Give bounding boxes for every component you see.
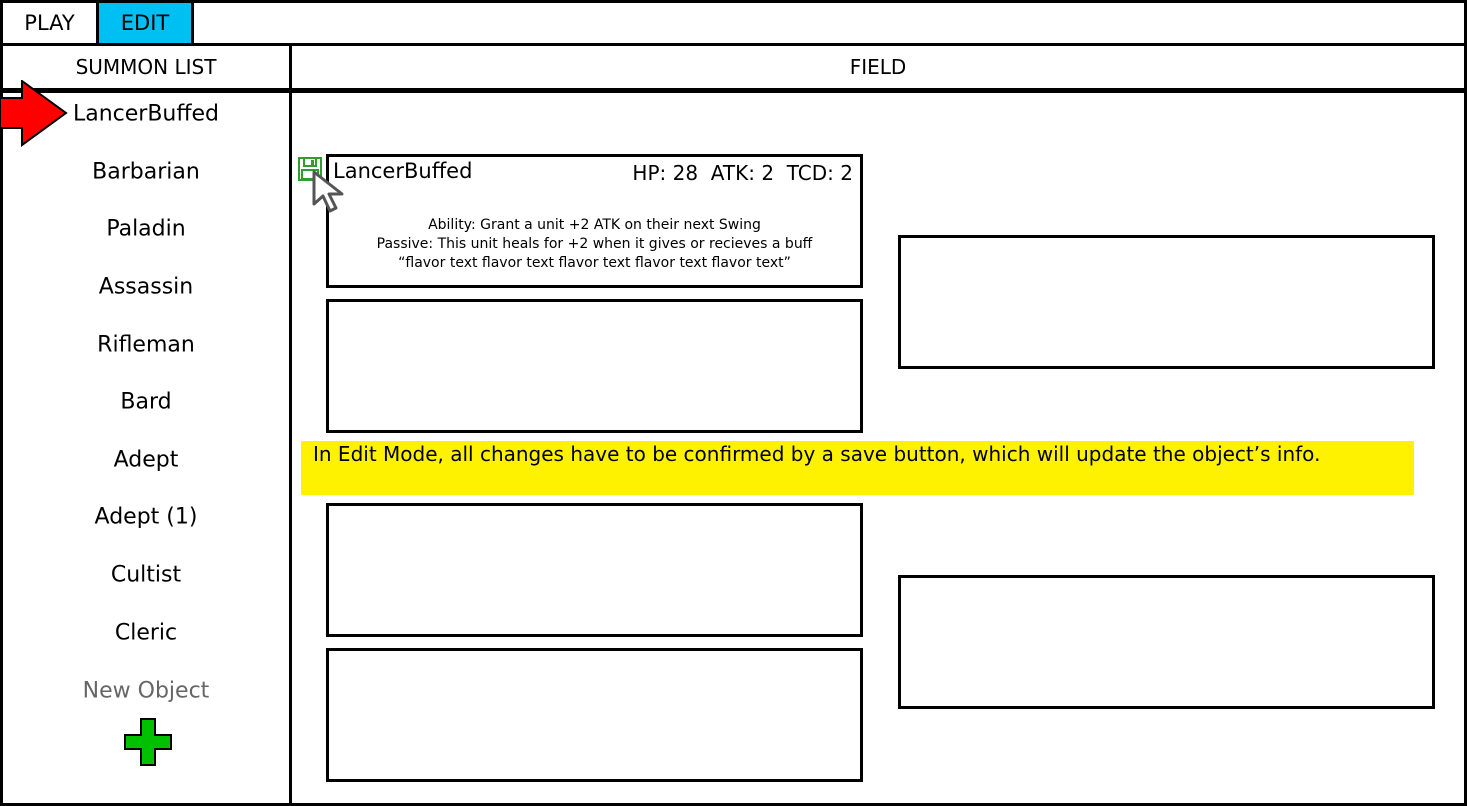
summon-item-adept[interactable]: Adept [3,448,289,473]
unit-flavor-text: “flavor text flavor text flavor text fla… [398,255,791,271]
plus-icon[interactable] [124,718,174,766]
summon-list-panel: SUMMON LIST LancerBuffed Barbarian Palad… [0,43,292,806]
summon-item-rifleman[interactable]: Rifleman [3,333,289,358]
cursor-icon [312,170,344,213]
summon-item-bard[interactable]: Bard [3,390,289,415]
unit-passive: Passive: This unit heals for +2 when it … [376,236,813,252]
field-slot[interactable] [898,575,1435,709]
unit-ability: Ability: Grant a unit +2 ATK on their ne… [428,217,761,233]
field-slot[interactable] [326,503,863,637]
field-slot[interactable] [898,235,1435,369]
unit-description: Ability: Grant a unit +2 ATK on their ne… [329,216,860,273]
summon-item-adept-1[interactable]: Adept (1) [3,505,289,530]
top-tab-bar: PLAY EDIT [0,0,1467,46]
unit-card-lancerbuffed[interactable]: LancerBuffed HP: 28 ATK: 2 TCD: 2 Abilit… [326,154,863,288]
unit-name[interactable]: LancerBuffed [333,159,472,183]
unit-stats[interactable]: HP: 28 ATK: 2 TCD: 2 [632,161,853,185]
edit-mode-note: In Edit Mode, all changes have to be con… [301,441,1414,495]
tab-play[interactable]: PLAY [3,3,99,43]
summon-item-barbarian[interactable]: Barbarian [3,160,289,185]
summon-item-assassin[interactable]: Assassin [3,275,289,300]
new-object-label: New Object [82,678,210,704]
edit-mode-note-text: In Edit Mode, all changes have to be con… [313,442,1321,466]
summon-item-cleric[interactable]: Cleric [3,621,289,646]
field-slot[interactable] [326,648,863,782]
summon-item-cultist[interactable]: Cultist [3,563,289,588]
red-arrow-icon [0,80,68,147]
field-title: FIELD [292,46,1464,93]
field-slot[interactable] [326,299,863,433]
summon-item-paladin[interactable]: Paladin [3,217,289,242]
tab-edit[interactable]: EDIT [99,3,194,43]
